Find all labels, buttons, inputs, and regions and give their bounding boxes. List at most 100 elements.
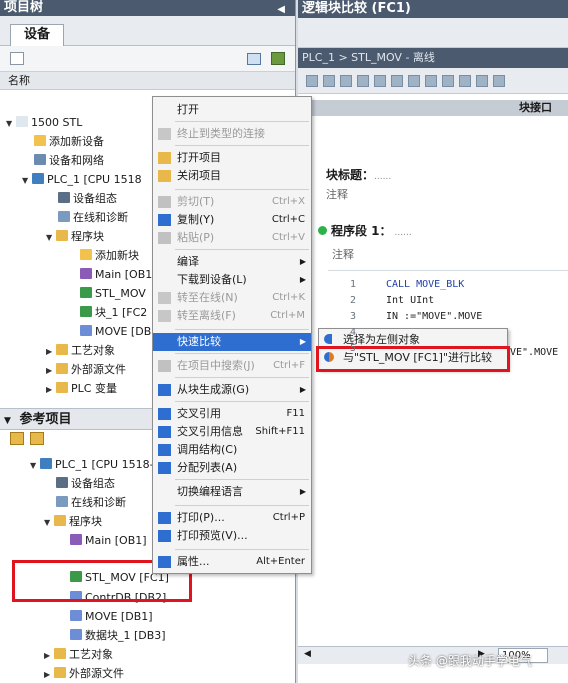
tree-item[interactable]: ▼ PLC_1 [CPU 1518 — [22, 170, 142, 189]
menu-item-icon — [158, 408, 171, 420]
tree-item[interactable]: 块_1 [FC2 — [80, 303, 147, 322]
menu-item[interactable]: 属性... Alt+Enter — [153, 553, 311, 571]
view-icon[interactable] — [247, 53, 261, 65]
toolbar-btn-icon[interactable] — [408, 75, 420, 87]
chevron-down-icon[interactable]: ▼ — [4, 416, 11, 426]
menu-item[interactable]: 从块生成源(G) ▶ — [153, 381, 311, 399]
tree-item[interactable]: ▼ PLC_1 [CPU 1518- — [30, 455, 154, 474]
scroll-left-icon[interactable]: ◀ — [304, 649, 311, 659]
code-line[interactable]: Int UInt — [386, 295, 434, 306]
tree-item[interactable]: STL_MOV — [80, 284, 146, 303]
folder-icon — [54, 515, 66, 526]
open-folder-icon[interactable] — [10, 432, 24, 445]
network-comment[interactable]: 注释 — [332, 246, 354, 262]
code-line[interactable]: IN :="MOVE".MOVE — [386, 311, 482, 322]
menu-item[interactable]: 关闭项目 — [153, 167, 311, 185]
chevron-down-icon[interactable]: ▼ — [22, 171, 32, 190]
toolbar-btn-icon[interactable] — [476, 75, 488, 87]
chevron-down-icon[interactable]: ▼ — [44, 513, 54, 532]
menu-item-label: 打开项目 — [177, 151, 221, 164]
submenu-arrow-icon: ▶ — [299, 257, 306, 266]
tree-item[interactable]: 在线和诊断 — [58, 208, 128, 227]
menu-item: 转至在线(N) Ctrl+K — [153, 289, 311, 307]
compare-left-icon — [324, 334, 332, 344]
toolbar-btn-icon[interactable] — [442, 75, 454, 87]
tree-item[interactable]: 添加新设备 — [34, 132, 104, 151]
new-item-icon[interactable] — [10, 52, 24, 65]
tree-item[interactable]: MOVE [DB1] — [70, 607, 153, 626]
chevron-right-icon[interactable]: ▶ — [44, 665, 54, 684]
chevron-down-icon[interactable]: ▼ — [30, 456, 40, 475]
menu-item[interactable]: 打开项目 — [153, 149, 311, 167]
tree-item[interactable]: MOVE [DB — [80, 322, 151, 341]
toolbar-btn-icon[interactable] — [357, 75, 369, 87]
toolbar-btn-icon[interactable] — [425, 75, 437, 87]
refresh-icon[interactable] — [30, 432, 44, 445]
tree-item[interactable]: Main [OB1 — [80, 265, 152, 284]
menu-item[interactable]: 打开 — [153, 101, 311, 119]
menu-item[interactable]: 快速比较 ▶ — [153, 333, 311, 351]
menu-separator — [175, 479, 309, 480]
tree-item[interactable]: ▼ 程序块 — [44, 512, 102, 531]
tree-item[interactable]: ▼ 程序块 — [46, 227, 104, 246]
menu-item-label: 打开 — [177, 103, 199, 116]
block-comment[interactable]: 注释 — [326, 186, 348, 202]
line-number: 3 — [350, 311, 357, 322]
tree-item-label: PLC 变量 — [71, 382, 117, 395]
tree-item-label: 添加新设备 — [49, 135, 104, 148]
tree-item[interactable]: 在线和诊断 — [56, 493, 126, 512]
tree-item[interactable]: ▼ 1500 STL — [6, 113, 82, 132]
tree-item[interactable]: ▶ 外部源文件 — [46, 360, 126, 379]
menu-item[interactable]: 打印预览(V)... — [153, 527, 311, 545]
block-interface-header[interactable]: 块接口 — [298, 100, 568, 116]
menu-item[interactable]: 编译 ▶ — [153, 253, 311, 271]
menu-item[interactable]: 复制(Y) Ctrl+C — [153, 211, 311, 229]
chevron-right-icon[interactable]: ▶ — [46, 361, 56, 380]
tree-item[interactable]: ▶ PLC 变量 — [46, 379, 117, 398]
tree-item-label: 在线和诊断 — [73, 211, 128, 224]
menu-item-label: 打印(P)... — [177, 511, 225, 524]
chevron-down-icon[interactable]: ▼ — [6, 114, 16, 133]
tree-item[interactable]: Main [OB1] — [70, 531, 147, 550]
tree-item[interactable]: 数据块_1 [DB3] — [70, 626, 166, 645]
menu-item-label: 关闭项目 — [177, 169, 221, 182]
chevron-right-icon[interactable]: ▶ — [46, 380, 56, 399]
breadcrumb: PLC_1 > STL_MOV - 离线 — [298, 48, 568, 68]
tree-toolbar — [0, 46, 295, 72]
add-to-tree-icon[interactable] — [271, 52, 285, 65]
tree-item-label: STL_MOV — [95, 287, 146, 300]
chevron-right-icon[interactable]: ▶ — [46, 342, 56, 361]
toolbar-btn-icon[interactable] — [374, 75, 386, 87]
toolbar-btn-icon[interactable] — [340, 75, 352, 87]
tree-item[interactable]: ▶ 工艺对象 — [44, 645, 113, 664]
chevron-right-icon[interactable]: ▶ — [44, 646, 54, 665]
chevron-down-icon[interactable]: ▼ — [46, 228, 56, 247]
menu-item[interactable]: 打印(P)... Ctrl+P — [153, 509, 311, 527]
toolbar-btn-icon[interactable] — [306, 75, 318, 87]
menu-separator — [175, 329, 309, 330]
tab-devices[interactable]: 设备 — [10, 24, 64, 46]
network-header[interactable]: 程序段 1：...... — [318, 222, 412, 239]
tree-item[interactable]: 设备组态 — [56, 474, 115, 493]
menu-item[interactable]: 交叉引用 F11 — [153, 405, 311, 423]
tree-item[interactable]: ▶ 外部源文件 — [44, 664, 124, 683]
menu-item-label: 粘贴(P) — [177, 231, 215, 244]
tree-item[interactable]: 设备组态 — [58, 189, 117, 208]
tree-item[interactable]: ▶ 工艺对象 — [46, 341, 115, 360]
menu-item[interactable]: 交叉引用信息 Shift+F11 — [153, 423, 311, 441]
tree-item-label: 程序块 — [71, 230, 104, 243]
menu-item[interactable]: 切换编程语言 ▶ — [153, 483, 311, 501]
tree-item[interactable]: 设备和网络 — [34, 151, 104, 170]
menu-item[interactable]: 分配列表(A) — [153, 459, 311, 477]
menu-item[interactable]: 调用结构(C) — [153, 441, 311, 459]
toolbar-btn-icon[interactable] — [323, 75, 335, 87]
menu-item[interactable]: 下载到设备(L) ▶ — [153, 271, 311, 289]
menu-item-label: 调用结构(C) — [177, 443, 238, 456]
add-block-icon — [80, 249, 92, 260]
menu-shortcut: Ctrl+M — [270, 310, 305, 321]
toolbar-btn-icon[interactable] — [391, 75, 403, 87]
toolbar-btn-icon[interactable] — [459, 75, 471, 87]
tree-item[interactable]: 添加新块 — [80, 246, 139, 265]
code-line[interactable]: CALL MOVE_BLK — [386, 279, 464, 290]
toolbar-btn-icon[interactable] — [493, 75, 505, 87]
